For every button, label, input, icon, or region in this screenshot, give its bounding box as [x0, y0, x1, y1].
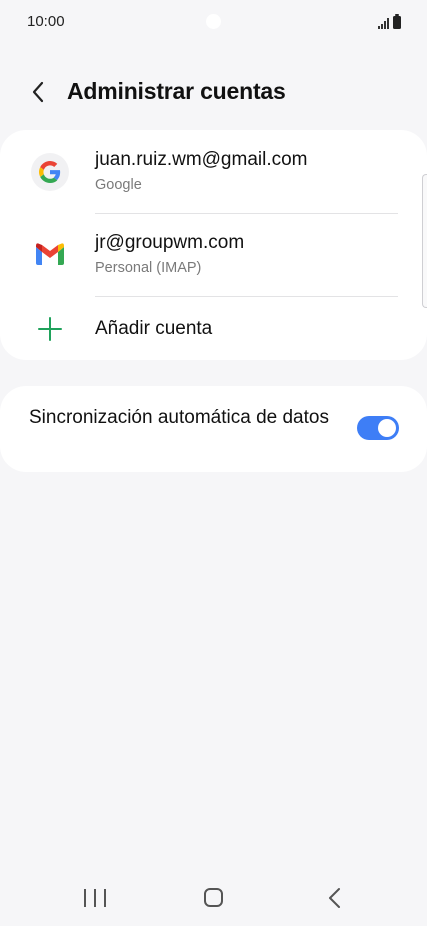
- status-time: 10:00: [27, 13, 65, 30]
- auto-sync-label: Sincronización automática de datos: [29, 407, 329, 428]
- home-button[interactable]: [204, 888, 223, 907]
- auto-sync-card[interactable]: Sincronización automática de datos: [0, 386, 427, 472]
- status-bar: 10:00: [0, 0, 427, 44]
- page-title: Administrar cuentas: [67, 78, 286, 104]
- chevron-left-icon: [32, 81, 44, 103]
- account-item-google[interactable]: juan.ruiz.wm@gmail.com Google: [0, 130, 427, 213]
- add-account-button[interactable]: [0, 296, 427, 360]
- account-type: Personal (IMAP): [95, 260, 202, 276]
- auto-sync-toggle[interactable]: [357, 416, 399, 440]
- google-icon: [31, 153, 69, 191]
- back-button[interactable]: [24, 78, 52, 106]
- navigation-bar: [0, 872, 427, 926]
- header: Administrar cuentas: [0, 70, 427, 114]
- manage-accounts-screen: 10:00 Administrar cuentas juan.ruiz.wm@g…: [0, 0, 427, 926]
- battery-icon: [393, 14, 401, 29]
- plus-icon: [38, 317, 62, 341]
- account-item-imap[interactable]: jr@groupwm.com Personal (IMAP): [0, 213, 427, 296]
- gmail-icon: [31, 235, 69, 273]
- status-icons: [378, 13, 401, 29]
- scroll-indicator[interactable]: [422, 174, 427, 308]
- account-email: jr@groupwm.com: [95, 232, 245, 253]
- front-camera: [206, 14, 221, 29]
- signal-icon: [378, 17, 389, 29]
- account-type: Google: [95, 177, 142, 193]
- accounts-card: juan.ruiz.wm@gmail.com Google jr@groupwm…: [0, 130, 427, 360]
- add-account-label: Añadir cuenta: [95, 318, 213, 339]
- account-email: juan.ruiz.wm@gmail.com: [95, 149, 308, 170]
- recents-button[interactable]: [84, 889, 106, 907]
- nav-back-button[interactable]: [325, 887, 345, 909]
- toggle-knob: [378, 419, 396, 437]
